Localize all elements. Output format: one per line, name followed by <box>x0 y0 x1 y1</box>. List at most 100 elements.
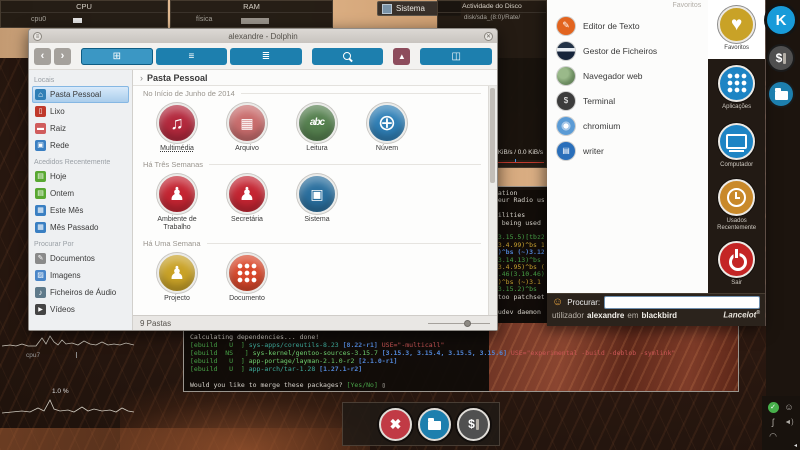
sidebar-item-raiz[interactable]: Raiz <box>32 120 129 137</box>
lancelot-tab-column: ♥ Favoritos Aplicações Computador Usados… <box>708 0 765 293</box>
updates-ok-icon[interactable]: ✓ <box>768 402 779 413</box>
folder-tile-secretaria[interactable]: ♟ Secretária <box>215 174 279 232</box>
tab-sair[interactable]: Sair <box>708 234 765 293</box>
search-button[interactable] <box>312 48 384 65</box>
chromium-icon <box>557 117 575 135</box>
dolphin-titlebar[interactable]: ≡ alexandre - Dolphin ✕ <box>29 29 497 43</box>
folder-tile-documento[interactable]: Documento <box>215 253 279 303</box>
launcher-item-gestor-de-ficheiros[interactable]: Gestor de Ficheiros <box>547 38 708 63</box>
cpu-core-label: cpu0 <box>31 16 46 23</box>
launcher-item-writer[interactable]: writer <box>547 138 708 163</box>
sidebar-item-lixo[interactable]: Lixo <box>32 103 129 120</box>
dock-panel: ✖ $ <box>342 402 500 446</box>
folder-tile-nuvem[interactable]: ⊕ Núvem <box>355 103 419 153</box>
launcher-item-label: chromium <box>583 121 620 131</box>
lancelot-launcher: Favoritos Editor de Texto Gestor de Fich… <box>547 0 766 326</box>
terminal-output: Calculating dependencies... done![ebuild… <box>190 333 675 389</box>
split-view-button[interactable]: ◫ <box>420 48 492 65</box>
video-icon <box>35 304 46 315</box>
sidebar-item-pasta-pessoal[interactable]: Pasta Pessoal <box>32 86 129 103</box>
kde-launcher-icon[interactable]: K <box>764 3 798 37</box>
sidebar-item-label: Mês Passado <box>50 223 98 232</box>
scrollbar[interactable] <box>488 86 497 315</box>
folder-icon[interactable] <box>767 80 795 108</box>
preview-button[interactable]: ▲ <box>393 48 410 65</box>
tab-label: Favoritos <box>722 45 751 52</box>
disk-graph-tick <box>515 159 516 162</box>
folder-tile-ambiente-de-trabalho[interactable]: ♟ Ambiente de Trabalho <box>145 174 209 232</box>
sidebar-item-hoje[interactable]: Hoje <box>32 168 129 185</box>
wifi-icon[interactable]: ◠ <box>769 432 777 441</box>
folder-tile-leitura[interactable]: abc Leitura <box>285 103 349 153</box>
reading-icon: abc <box>297 103 337 143</box>
sidebar-item-label: Rede <box>50 141 69 150</box>
disk-rate-value: 0 KiB/s / 0.0 KiB/s <box>493 149 543 156</box>
forward-button[interactable]: › <box>54 48 71 65</box>
folder-view: No Início de Junho de 2014 ♫ Multimédia … <box>133 86 497 315</box>
launcher-item-chromium[interactable]: chromium <box>547 113 708 138</box>
zoom-slider-track <box>428 323 490 324</box>
compact-view-button[interactable]: ≡ <box>156 48 228 65</box>
places-section-label: Locais <box>34 77 127 84</box>
cash-terminal-dock-icon[interactable]: $ <box>457 408 490 441</box>
system-tray: ✓ ☺ ʃ ◄) ◠ ◂ <box>762 396 800 450</box>
sidebar-item-ontem[interactable]: Ontem <box>32 185 129 202</box>
sidebar-item-label: Ontem <box>50 189 74 198</box>
zoom-slider[interactable] <box>428 318 490 328</box>
tile-label: Documento <box>229 295 265 303</box>
lancelot-bottom-bar: ☺ Procurar: utilizador alexandre em blac… <box>547 293 765 326</box>
tray-expander-icon[interactable]: ◂ <box>794 442 797 449</box>
dolphin-statusbar: 9 Pastas <box>133 315 497 330</box>
app-grid-icon <box>718 65 755 102</box>
search-input[interactable] <box>604 296 760 309</box>
system-tools-icon[interactable]: ✖ <box>379 408 412 441</box>
tab-usados-recentemente[interactable]: Usados Recentemente <box>708 176 765 235</box>
folder-tile-projecto[interactable]: ♟ Projecto <box>145 253 209 303</box>
attach-clip-icon[interactable]: ʃ <box>772 418 774 427</box>
cpu-core-bar <box>76 352 77 358</box>
window-title: alexandre - Dolphin <box>42 32 484 41</box>
file-manager-dock-icon[interactable] <box>418 408 451 441</box>
folder-tile-arquivo[interactable]: ▦ Arquivo <box>215 103 279 153</box>
sidebar-item-label: Documentos <box>50 254 95 263</box>
calendar-day-icon <box>35 171 46 182</box>
sidebar-item-este-mes[interactable]: Este Mês <box>32 202 129 219</box>
sidebar-item-audio[interactable]: Ficheiros de Áudio <box>32 284 129 301</box>
volume-icon[interactable]: ◄) <box>784 419 793 426</box>
launcher-item-label: writer <box>583 146 604 156</box>
wallpaper-glow-bottom <box>0 428 350 450</box>
sidebar-item-mes-passado[interactable]: Mês Passado <box>32 219 129 236</box>
launcher-item-terminal[interactable]: Terminal <box>547 88 708 113</box>
icons-view-button[interactable]: ⊞ <box>81 48 153 65</box>
image-icon <box>35 270 46 281</box>
scrollbar-thumb[interactable] <box>490 88 495 183</box>
taskbar-item-label: Sistema <box>396 4 425 13</box>
tab-aplicacoes[interactable]: Aplicações <box>708 59 765 118</box>
details-view-button[interactable]: ≣ <box>230 48 302 65</box>
home-icon <box>35 89 46 100</box>
cash-terminal-icon[interactable]: $ <box>767 44 795 72</box>
sidebar-item-imagens[interactable]: Imagens <box>32 267 129 284</box>
launcher-item-navegador-web[interactable]: Navegador web <box>547 63 708 88</box>
disk-widget-title: Actividade do Disco <box>438 1 546 13</box>
folder-tile-sistema[interactable]: ▣ Sistema <box>285 174 349 232</box>
launcher-item-label: Terminal <box>583 96 615 106</box>
launcher-item-editor-de-texto[interactable]: Editor de Texto <box>547 13 708 38</box>
back-button[interactable]: ‹ <box>34 48 51 65</box>
calendar-month-icon <box>35 205 46 216</box>
tab-favoritos[interactable]: ♥ Favoritos <box>708 0 765 59</box>
host-name: blackbird <box>642 311 678 320</box>
sidebar-item-rede[interactable]: Rede <box>32 137 129 154</box>
tab-label: Sair <box>729 280 744 287</box>
window-menu-icon[interactable]: ≡ <box>33 32 42 41</box>
zoom-slider-handle[interactable] <box>464 320 471 327</box>
tab-computador[interactable]: Computador <box>708 117 765 176</box>
trash-icon <box>35 106 46 117</box>
breadcrumb[interactable]: Pasta Pessoal <box>133 70 497 86</box>
sidebar-item-videos[interactable]: Vídeos <box>32 301 129 318</box>
sidebar-item-documentos[interactable]: Documentos <box>32 250 129 267</box>
folder-tile-multimedia[interactable]: ♫ Multimédia <box>145 103 209 153</box>
close-icon[interactable]: ✕ <box>484 32 493 41</box>
klipper-smiley-icon[interactable]: ☺ <box>784 403 793 412</box>
breadcrumb-label: Pasta Pessoal <box>147 73 208 83</box>
